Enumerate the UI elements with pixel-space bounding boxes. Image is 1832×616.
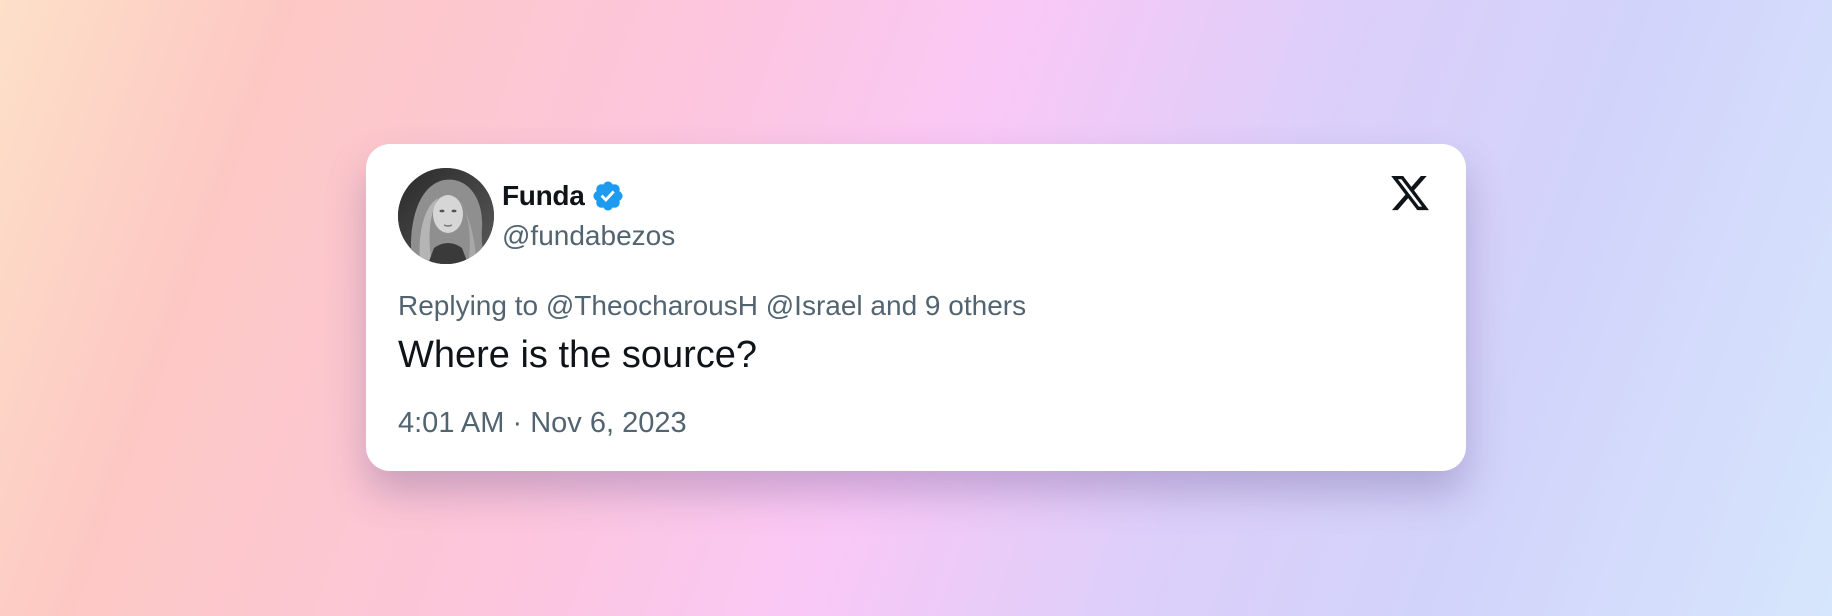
tweet-date: Nov 6, 2023 <box>530 407 687 439</box>
replying-prefix: Replying to <box>398 290 539 321</box>
tweet-text: Where is the source? <box>398 334 758 376</box>
x-logo-icon[interactable] <box>1388 172 1432 214</box>
author-name[interactable]: Funda <box>502 180 585 212</box>
tweet-time: 4:01 AM <box>398 407 505 439</box>
reply-mention[interactable]: @TheocharousH <box>546 290 758 321</box>
tweet-card: Funda @fundabezos Replying to @Theocharo… <box>366 144 1466 471</box>
tweet-timestamp[interactable]: 4:01 AM · Nov 6, 2023 <box>398 407 687 440</box>
profile-photo-icon <box>398 168 494 264</box>
avatar[interactable] <box>398 168 494 264</box>
replying-to-line: Replying to @TheocharousH @Israel and 9 … <box>398 290 1026 322</box>
replying-others[interactable]: and 9 others <box>870 290 1026 321</box>
meta-separator: · <box>512 407 523 439</box>
author-row: Funda <box>502 178 625 214</box>
author-handle[interactable]: @fundabezos <box>502 220 675 252</box>
reply-mention[interactable]: @Israel <box>766 290 863 321</box>
verified-badge-icon <box>591 179 625 213</box>
